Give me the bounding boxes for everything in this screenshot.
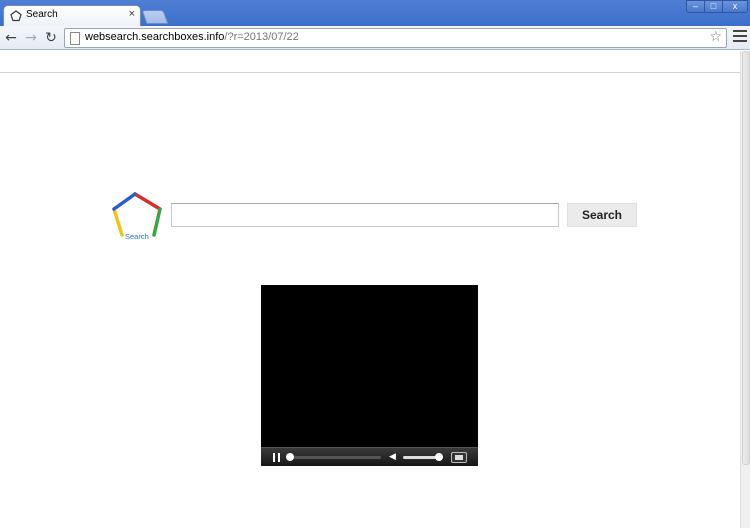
page-content: Search Search ◀ bbox=[0, 51, 740, 528]
browser-toolbar: ← → ↻ websearch.searchboxes.info/?r=2013… bbox=[0, 26, 750, 50]
progress-bar[interactable] bbox=[287, 456, 381, 459]
url-path: /?r=2013/07/22 bbox=[224, 31, 299, 43]
back-arrow-icon[interactable]: ← bbox=[3, 30, 19, 46]
logo-text: Search bbox=[125, 232, 149, 241]
page-icon bbox=[70, 32, 80, 45]
video-controls: ◀ bbox=[261, 447, 478, 466]
volume-slider[interactable] bbox=[403, 456, 439, 459]
title-bar: Search × – □ x bbox=[0, 0, 750, 26]
pentagon-favicon-icon bbox=[10, 10, 22, 22]
fullscreen-icon[interactable] bbox=[451, 452, 467, 463]
new-tab-button[interactable] bbox=[141, 10, 169, 24]
reload-icon[interactable]: ↻ bbox=[43, 30, 59, 46]
vertical-scrollbar[interactable] bbox=[740, 51, 750, 528]
minimize-button[interactable]: – bbox=[686, 0, 705, 13]
pause-icon[interactable] bbox=[273, 453, 280, 462]
tab-close-icon[interactable]: × bbox=[129, 8, 135, 20]
url-host: websearch.searchboxes.info bbox=[85, 31, 225, 43]
tab-title: Search bbox=[26, 9, 58, 20]
scrollbar-thumb[interactable] bbox=[742, 51, 750, 465]
header-divider bbox=[0, 72, 740, 73]
search-input[interactable] bbox=[171, 203, 559, 227]
volume-handle[interactable] bbox=[435, 453, 443, 461]
bookmark-star-icon[interactable]: ☆ bbox=[709, 29, 722, 45]
volume-icon[interactable]: ◀ bbox=[389, 452, 396, 462]
close-window-button[interactable]: x bbox=[722, 0, 748, 13]
url-text[interactable]: websearch.searchboxes.info/?r=2013/07/22 bbox=[85, 31, 299, 43]
maximize-button[interactable]: □ bbox=[704, 0, 723, 13]
search-logo: Search bbox=[110, 192, 166, 244]
search-button[interactable]: Search bbox=[567, 203, 637, 227]
forward-arrow-icon[interactable]: → bbox=[23, 30, 39, 46]
tab-search[interactable]: Search × bbox=[3, 5, 141, 26]
progress-handle[interactable] bbox=[286, 453, 294, 461]
menu-icon[interactable] bbox=[733, 30, 747, 44]
address-bar[interactable]: websearch.searchboxes.info/?r=2013/07/22… bbox=[64, 28, 727, 48]
video-player[interactable]: ◀ bbox=[261, 285, 478, 466]
